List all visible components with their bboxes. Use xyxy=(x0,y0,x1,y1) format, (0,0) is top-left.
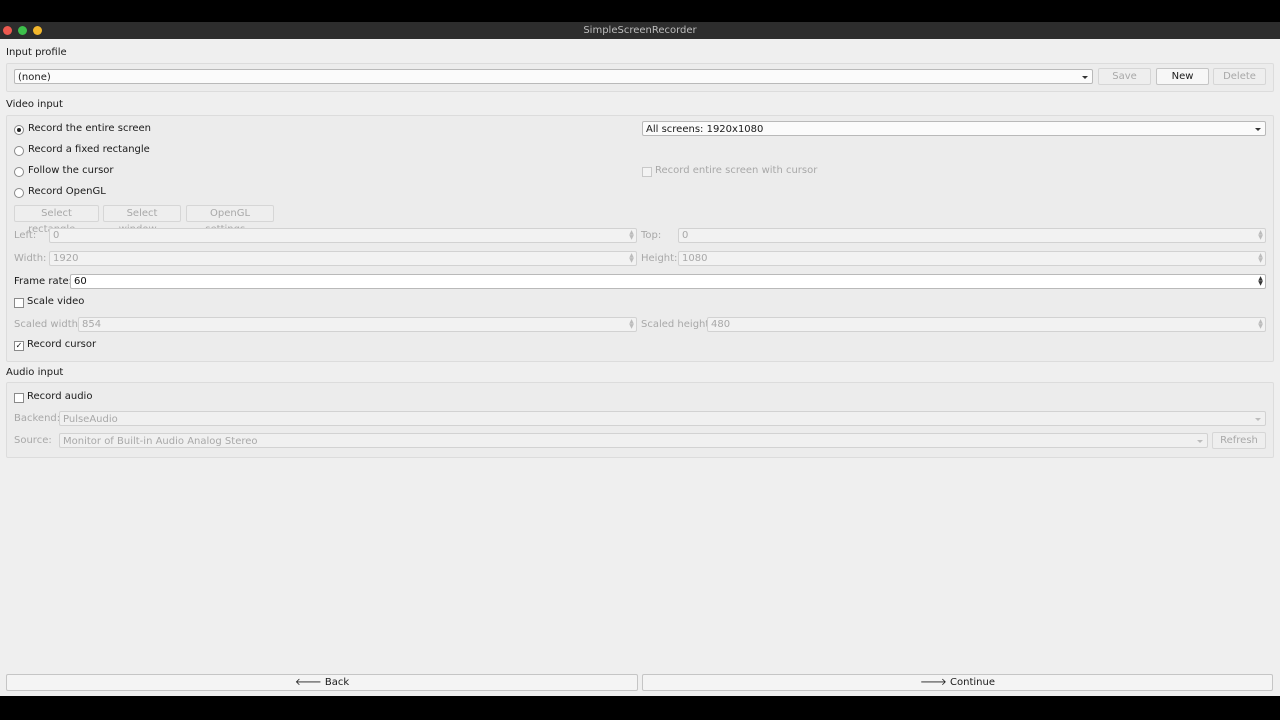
video-input-group: Record the entire screen All screens: 19… xyxy=(6,115,1274,362)
frame-rate-spinbox[interactable]: 60 ▲ ▼ xyxy=(70,274,1266,289)
screen-select-value: All screens: 1920x1080 xyxy=(646,124,764,135)
input-profile-heading: Input profile xyxy=(6,47,67,58)
top-label: Top: xyxy=(641,230,662,241)
height-label: Height: xyxy=(641,253,678,264)
source-select[interactable]: Monitor of Built-in Audio Analog Stereo xyxy=(59,433,1208,448)
scale-video-label[interactable]: Scale video xyxy=(27,296,84,307)
continue-button[interactable]: 🡒 Continue xyxy=(642,674,1273,691)
delete-profile-button[interactable]: Delete xyxy=(1213,68,1266,85)
window-title: SimpleScreenRecorder xyxy=(583,25,697,36)
scaled-width-label: Scaled width: xyxy=(14,319,82,330)
chevron-down-icon xyxy=(1197,440,1203,443)
new-profile-button[interactable]: New xyxy=(1156,68,1209,85)
radio-follow-cursor-label[interactable]: Follow the cursor xyxy=(28,165,114,176)
input-profile-select[interactable]: (none) xyxy=(14,69,1093,84)
width-spinbox[interactable]: 1920 ▲ ▼ xyxy=(49,251,637,266)
scaled-height-spinbox[interactable]: 480 ▲ ▼ xyxy=(707,317,1266,332)
chevron-down-icon xyxy=(1255,418,1261,421)
video-input-heading: Video input xyxy=(6,99,63,110)
spin-arrows-icon[interactable]: ▲ ▼ xyxy=(628,230,635,241)
scaled-width-spinbox[interactable]: 854 ▲ ▼ xyxy=(78,317,637,332)
radio-opengl-label[interactable]: Record OpenGL xyxy=(28,186,106,197)
frame-rate-value: 60 xyxy=(74,276,87,287)
refresh-button[interactable]: Refresh xyxy=(1212,432,1266,449)
height-spinbox[interactable]: 1080 ▲ ▼ xyxy=(678,251,1266,266)
close-window-icon[interactable] xyxy=(3,26,12,35)
chevron-down-icon xyxy=(1082,76,1088,79)
radio-fixed-rectangle-label[interactable]: Record a fixed rectangle xyxy=(28,144,150,155)
record-cursor-checkbox[interactable]: ✓ xyxy=(14,341,24,351)
audio-input-heading: Audio input xyxy=(6,367,64,378)
record-audio-checkbox[interactable] xyxy=(14,393,24,403)
checkmark-icon: ✓ xyxy=(15,341,23,350)
select-rectangle-button[interactable]: Select rectangle... xyxy=(14,205,99,235)
entire-screen-cursor-label: Record entire screen with cursor xyxy=(655,165,818,176)
spin-arrows-icon[interactable]: ▲ ▼ xyxy=(628,253,635,264)
frame-rate-label: Frame rate: xyxy=(14,276,73,287)
record-audio-label[interactable]: Record audio xyxy=(27,391,92,402)
radio-fixed-rectangle[interactable] xyxy=(14,146,24,156)
radio-opengl[interactable] xyxy=(14,188,24,198)
entire-screen-cursor-checkbox[interactable] xyxy=(642,167,652,177)
width-value: 1920 xyxy=(53,253,79,264)
scale-video-checkbox[interactable] xyxy=(14,298,24,308)
chevron-down-icon xyxy=(1255,128,1261,131)
spin-arrows-icon[interactable]: ▲ ▼ xyxy=(1257,319,1264,330)
scaled-width-value: 854 xyxy=(82,319,102,330)
title-bar: SimpleScreenRecorder xyxy=(0,22,1280,39)
scaled-height-value: 480 xyxy=(711,319,731,330)
main-window: Input profile (none) Save New Delete Vid… xyxy=(0,39,1280,696)
height-value: 1080 xyxy=(682,253,708,264)
opengl-settings-button[interactable]: OpenGL settings... xyxy=(186,205,274,235)
spin-arrows-icon[interactable]: ▲ ▼ xyxy=(1257,230,1264,241)
source-label: Source: xyxy=(14,435,52,446)
width-label: Width: xyxy=(14,253,47,264)
spin-arrows-icon[interactable]: ▲ ▼ xyxy=(628,319,635,330)
scaled-height-label: Scaled height: xyxy=(641,319,713,330)
left-value: 0 xyxy=(53,230,60,241)
audio-input-group: Record audio Backend: PulseAudio Source:… xyxy=(6,382,1274,458)
input-profile-value: (none) xyxy=(18,72,51,83)
radio-follow-cursor[interactable] xyxy=(14,167,24,177)
record-cursor-label[interactable]: Record cursor xyxy=(27,339,96,350)
input-profile-group: (none) Save New Delete xyxy=(6,63,1274,92)
spin-arrows-icon[interactable]: ▲ ▼ xyxy=(1257,253,1264,264)
maximize-window-icon[interactable] xyxy=(18,26,27,35)
spin-arrows-icon[interactable]: ▲ ▼ xyxy=(1257,276,1264,287)
screen-select[interactable]: All screens: 1920x1080 xyxy=(642,121,1266,136)
select-window-button[interactable]: Select window... xyxy=(103,205,181,235)
left-spinbox[interactable]: 0 ▲ ▼ xyxy=(49,228,637,243)
minimize-window-icon[interactable] xyxy=(33,26,42,35)
top-value: 0 xyxy=(682,230,689,241)
save-profile-button[interactable]: Save xyxy=(1098,68,1151,85)
top-spinbox[interactable]: 0 ▲ ▼ xyxy=(678,228,1266,243)
radio-entire-screen-label[interactable]: Record the entire screen xyxy=(28,123,151,134)
backend-value: PulseAudio xyxy=(63,414,118,425)
back-button[interactable]: 🡐 Back xyxy=(6,674,638,691)
source-value: Monitor of Built-in Audio Analog Stereo xyxy=(63,436,258,447)
left-label: Left: xyxy=(14,230,37,241)
backend-label: Backend: xyxy=(14,413,61,424)
backend-select[interactable]: PulseAudio xyxy=(59,411,1266,426)
radio-entire-screen[interactable] xyxy=(14,125,24,135)
